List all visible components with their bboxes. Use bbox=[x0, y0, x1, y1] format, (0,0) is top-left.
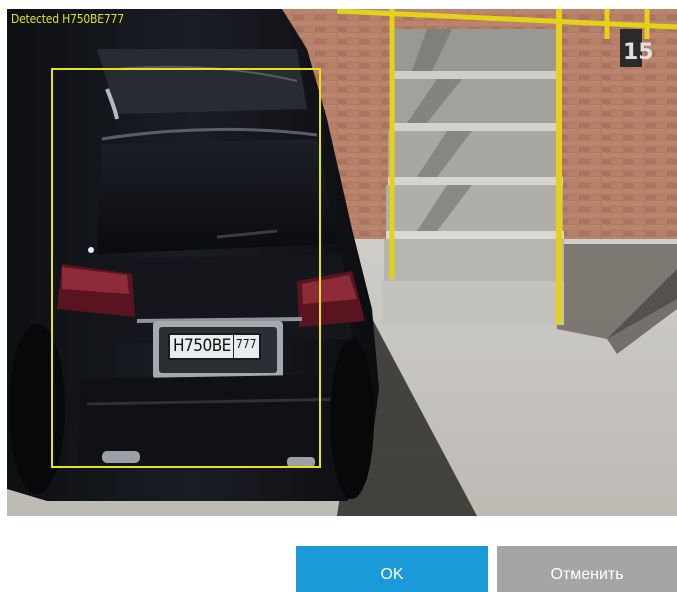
wall-sign-right: 15 bbox=[623, 40, 654, 65]
detection-bounding-box bbox=[51, 68, 321, 468]
detection-overlay-text: Detected H750BE777 bbox=[11, 12, 124, 26]
detection-dialog: 14 15 bbox=[0, 0, 677, 592]
license-plate: H750BE 777 bbox=[168, 333, 261, 360]
plate-region-code: 777 bbox=[232, 335, 256, 358]
stairs bbox=[382, 29, 564, 325]
cancel-button[interactable]: Отменить bbox=[497, 546, 677, 592]
plate-number: H750BE bbox=[173, 336, 231, 356]
ok-button[interactable]: OK bbox=[296, 546, 488, 592]
camera-snapshot: 14 15 bbox=[7, 9, 677, 516]
